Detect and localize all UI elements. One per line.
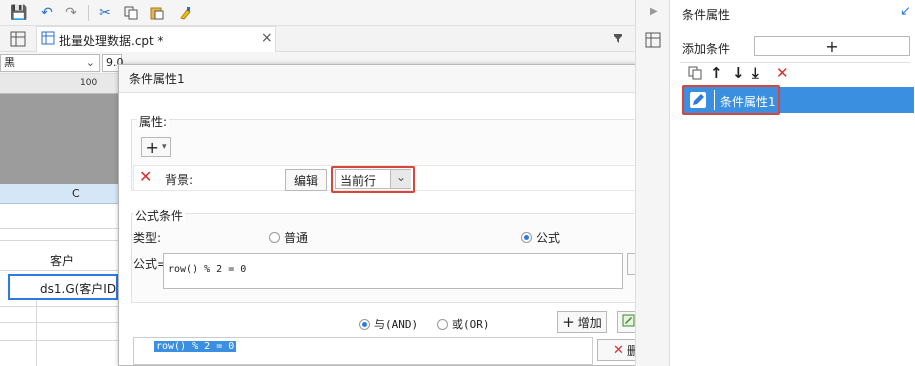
grid-line xyxy=(0,228,118,229)
tab-title: 批量处理数据.cpt * xyxy=(59,34,164,48)
radio-and-label: 与(AND) xyxy=(374,318,419,331)
pin-icon[interactable] xyxy=(612,32,624,47)
modify-icon xyxy=(622,314,635,330)
condition-attribute-panel: 条件属性 ↙ 添加条件 + ↑ ↓ ⤓ ✕ 条件属性1 xyxy=(670,0,915,366)
delete-condition-icon[interactable]: ✕ xyxy=(776,64,789,82)
cut-icon[interactable]: ✂ xyxy=(96,4,114,22)
grid-icon[interactable] xyxy=(10,31,26,50)
radio-normal-label: 普通 xyxy=(284,231,309,245)
save-icon[interactable]: 💾 xyxy=(10,4,28,22)
background-label: 背景: xyxy=(165,173,194,187)
copy-icon[interactable] xyxy=(688,66,702,83)
side-strip: ▶ xyxy=(635,0,670,366)
radio-formula-label: 公式 xyxy=(536,231,561,245)
remove-attribute-icon[interactable]: ✕ xyxy=(139,167,152,186)
move-up-icon[interactable]: ↑ xyxy=(710,64,723,82)
radio-formula[interactable]: 公式 xyxy=(521,229,560,246)
grid-line xyxy=(0,340,118,341)
grid-icon[interactable] xyxy=(645,32,661,51)
formula-input[interactable]: row() % 2 = 0 xyxy=(163,253,623,289)
sheet-header-cell[interactable]: 客户 xyxy=(50,252,74,269)
font-name-value: 黑 xyxy=(4,56,15,69)
main-toolbar: 💾 ↶ ↷ ✂ xyxy=(0,0,635,26)
radio-and-circle xyxy=(359,318,370,330)
chevron-down-icon: ⌄ xyxy=(85,56,95,69)
ruler-mark: 100 xyxy=(80,78,98,88)
column-header-c[interactable]: C xyxy=(72,187,80,200)
edit-button-label: 编辑 xyxy=(293,173,318,188)
grid-line xyxy=(0,240,118,241)
condition-attribute-dialog: 条件属性1 属性: + ▾ ✕ 背景: 编辑 当前行 ⌄ 公式条件 类型: 普通 … xyxy=(118,64,670,366)
radio-or-label: 或(OR) xyxy=(452,318,490,331)
condition-list-item[interactable]: row() % 2 = 0 xyxy=(154,341,237,352)
selected-cell-value: ds1.G(客户ID xyxy=(40,282,117,296)
plus-icon: + xyxy=(562,313,575,331)
plus-icon: + xyxy=(825,36,839,56)
horizontal-ruler: 100 xyxy=(0,74,118,94)
dialog-title: 条件属性1 xyxy=(119,65,669,93)
panel-title: 条件属性 xyxy=(682,8,731,22)
tab-report-file[interactable]: 批量处理数据.cpt * × xyxy=(36,26,276,52)
copy-icon[interactable] xyxy=(122,4,140,22)
attribute-label: 属性: xyxy=(137,113,170,130)
move-down-icon[interactable]: ↓ xyxy=(732,64,745,82)
delete-icon: ✕ xyxy=(613,342,624,358)
report-file-icon xyxy=(41,31,55,48)
selected-cell[interactable]: ds1.G(客户ID xyxy=(8,274,118,300)
font-name-select[interactable]: 黑 ⌄ xyxy=(0,54,100,72)
toolbar-divider xyxy=(88,5,89,21)
add-condition-button[interactable]: + xyxy=(754,36,910,56)
radio-normal-circle xyxy=(269,232,280,243)
highlight-box xyxy=(331,166,415,193)
format-brush-icon[interactable] xyxy=(176,4,194,22)
formula-input-value: row() % 2 = 0 xyxy=(168,264,247,275)
panel-divider xyxy=(680,62,910,63)
grid-line xyxy=(0,306,118,307)
condition-list: row() % 2 = 0 xyxy=(133,337,593,365)
paste-icon[interactable] xyxy=(148,4,166,22)
collapse-icon[interactable]: ↙ xyxy=(900,4,911,19)
tab-bar: 批量处理数据.cpt * × xyxy=(0,26,635,52)
radio-formula-circle xyxy=(521,232,532,243)
grid-line xyxy=(36,300,37,366)
plus-icon: + xyxy=(145,137,159,157)
add-attribute-button[interactable]: + ▾ xyxy=(141,137,171,157)
formula-section-label: 公式条件 xyxy=(133,207,186,224)
move-bottom-icon[interactable]: ⤓ xyxy=(752,64,759,82)
add-button-label: 增加 xyxy=(577,315,602,330)
type-label: 类型: xyxy=(133,231,162,245)
formula-label: 公式= xyxy=(133,257,168,271)
radio-or-circle xyxy=(437,318,448,330)
redo-icon[interactable]: ↷ xyxy=(62,4,80,22)
grid-line xyxy=(0,270,118,271)
page-margin-area xyxy=(0,94,118,184)
add-button[interactable]: + 增加 xyxy=(557,311,607,333)
grid-line xyxy=(0,322,118,323)
tab-close-icon[interactable]: × xyxy=(261,30,273,46)
radio-or[interactable]: 或(OR) xyxy=(437,316,490,332)
radio-normal[interactable]: 普通 xyxy=(269,229,308,246)
column-header-row: C xyxy=(0,184,118,204)
add-condition-label: 添加条件 xyxy=(682,42,731,56)
highlight-box xyxy=(682,85,780,115)
undo-icon[interactable]: ↶ xyxy=(38,4,56,22)
expand-arrow-icon[interactable]: ▶ xyxy=(650,6,658,17)
radio-and[interactable]: 与(AND) xyxy=(359,316,418,332)
edit-button[interactable]: 编辑 xyxy=(285,169,327,191)
chevron-down-icon: ▾ xyxy=(161,142,167,152)
